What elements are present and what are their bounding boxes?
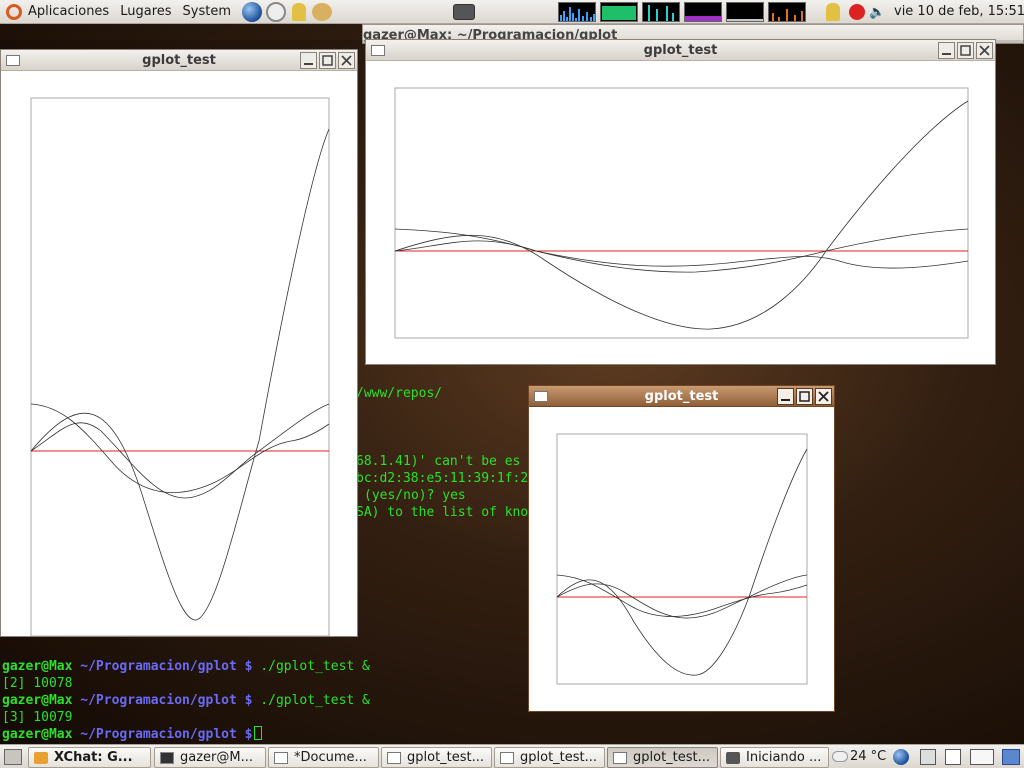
disk-monitor[interactable] — [768, 2, 806, 22]
curve-large — [556, 448, 808, 676]
menu-system[interactable]: System — [183, 4, 231, 19]
plot-window-left[interactable]: gplot_test — [0, 49, 358, 637]
window-titlebar[interactable]: gplot_test — [1, 50, 357, 71]
terminal-prompt-line: gazer@Max ~/Programacion/gplot $ ./gplot… — [2, 659, 370, 674]
terminal-icon — [160, 751, 174, 764]
terminal-line: bc:d2:38:e5:11:39:1f:2 — [356, 471, 529, 486]
minimize-icon[interactable] — [777, 388, 794, 405]
notification-icon[interactable] — [826, 3, 840, 21]
volume-icon[interactable]: 🔈 — [869, 5, 885, 20]
curve-small — [556, 574, 808, 617]
update-notifier-icon[interactable] — [849, 4, 865, 20]
taskbar-item-gplot-1[interactable]: gplot_test... — [381, 747, 492, 768]
terminal-prompt-line: gazer@Max ~/Programacion/gplot $ ./gplot… — [2, 693, 370, 708]
terminal-line: /www/repos/ — [356, 386, 443, 401]
taskbar-item-gplot-2[interactable]: gplot_test... — [494, 747, 605, 768]
window-icon — [387, 751, 401, 764]
show-desktop-icon[interactable] — [4, 749, 22, 765]
taskbar-item-xchat[interactable]: XChat: G... — [28, 747, 151, 768]
taskbar-item-launching[interactable]: Iniciando ... — [720, 747, 829, 768]
panel-clock[interactable]: vie 10 de feb, 15:51 — [894, 4, 1024, 19]
screenshot-camera-icon[interactable] — [453, 4, 475, 20]
ubuntu-logo-icon[interactable] — [6, 3, 22, 20]
terminal-line: SA) to the list of kno — [356, 505, 529, 520]
plot-frame — [30, 97, 330, 636]
network-monitor[interactable] — [642, 2, 680, 22]
maximize-icon[interactable] — [957, 42, 974, 59]
plot-window-small[interactable]: gplot_test — [528, 385, 835, 712]
close-icon[interactable] — [338, 52, 355, 69]
swap-monitor[interactable] — [684, 2, 722, 22]
bottom-panel: XChat: G... gazer@M... *Docume... gplot_… — [0, 744, 1024, 768]
curve-large — [30, 128, 330, 621]
xchat-icon — [34, 751, 48, 764]
web-browser-icon[interactable] — [242, 1, 263, 22]
window-title: gplot_test — [643, 43, 718, 58]
plot-frame — [394, 87, 969, 339]
clock-launcher-icon[interactable] — [266, 1, 287, 22]
top-panel: Aplicaciones Lugares System 🔈 vie 10 de … — [0, 0, 1024, 24]
mail-icon[interactable] — [945, 749, 961, 765]
gaim-icon[interactable] — [292, 2, 307, 21]
window-titlebar[interactable]: gplot_test — [529, 386, 834, 407]
load-monitor[interactable] — [726, 2, 764, 22]
window-titlebar[interactable]: gplot_test — [366, 40, 995, 61]
browser-icon[interactable] — [893, 749, 909, 765]
trash-icon[interactable] — [1002, 749, 1020, 765]
terminal-line: (yes/no)? yes — [364, 488, 466, 503]
close-icon[interactable] — [815, 388, 832, 405]
weather-icon[interactable] — [832, 751, 848, 762]
minimize-icon[interactable] — [300, 52, 317, 69]
curve-small — [394, 228, 969, 269]
text-editor-icon — [274, 751, 288, 764]
taskbar-item-terminal[interactable]: gazer@M... — [154, 747, 266, 768]
workspace-icon[interactable] — [970, 749, 994, 765]
curve-large — [394, 100, 969, 330]
terminal-job-line: [2] 10078 — [2, 676, 73, 691]
menu-applications[interactable]: Aplicaciones — [28, 4, 109, 19]
terminal-input-line[interactable]: gazer@Max ~/Programacion/gplot $ — [2, 726, 263, 743]
hamster-icon[interactable] — [312, 2, 333, 21]
maximize-icon[interactable] — [796, 388, 813, 405]
window-icon — [613, 751, 627, 764]
maximize-icon[interactable] — [319, 52, 336, 69]
curve-small — [30, 403, 330, 493]
cpu-monitor[interactable] — [558, 2, 596, 22]
camera-icon — [726, 751, 740, 764]
window-icon — [500, 751, 514, 764]
plot-frame — [556, 433, 808, 685]
plot-window-wide[interactable]: gplot_test — [365, 39, 996, 365]
memory-monitor[interactable] — [600, 2, 638, 22]
plot-canvas — [556, 433, 808, 685]
menu-places[interactable]: Lugares — [120, 4, 171, 19]
terminal-line: 68.1.41)' can't be es — [356, 454, 521, 469]
weather-temperature[interactable]: 24 °C — [850, 749, 886, 764]
minimize-icon[interactable] — [938, 42, 955, 59]
taskbar-item-document[interactable]: *Docume... — [268, 747, 379, 768]
terminal-job-line: [3] 10079 — [2, 710, 73, 725]
plot-canvas — [394, 87, 969, 339]
plot-canvas — [30, 97, 330, 636]
close-icon[interactable] — [976, 42, 993, 59]
taskbar-item-gplot-3[interactable]: gplot_test... — [607, 747, 718, 768]
terminal-cursor — [254, 726, 263, 740]
workspace-switcher-icon[interactable] — [920, 749, 936, 765]
